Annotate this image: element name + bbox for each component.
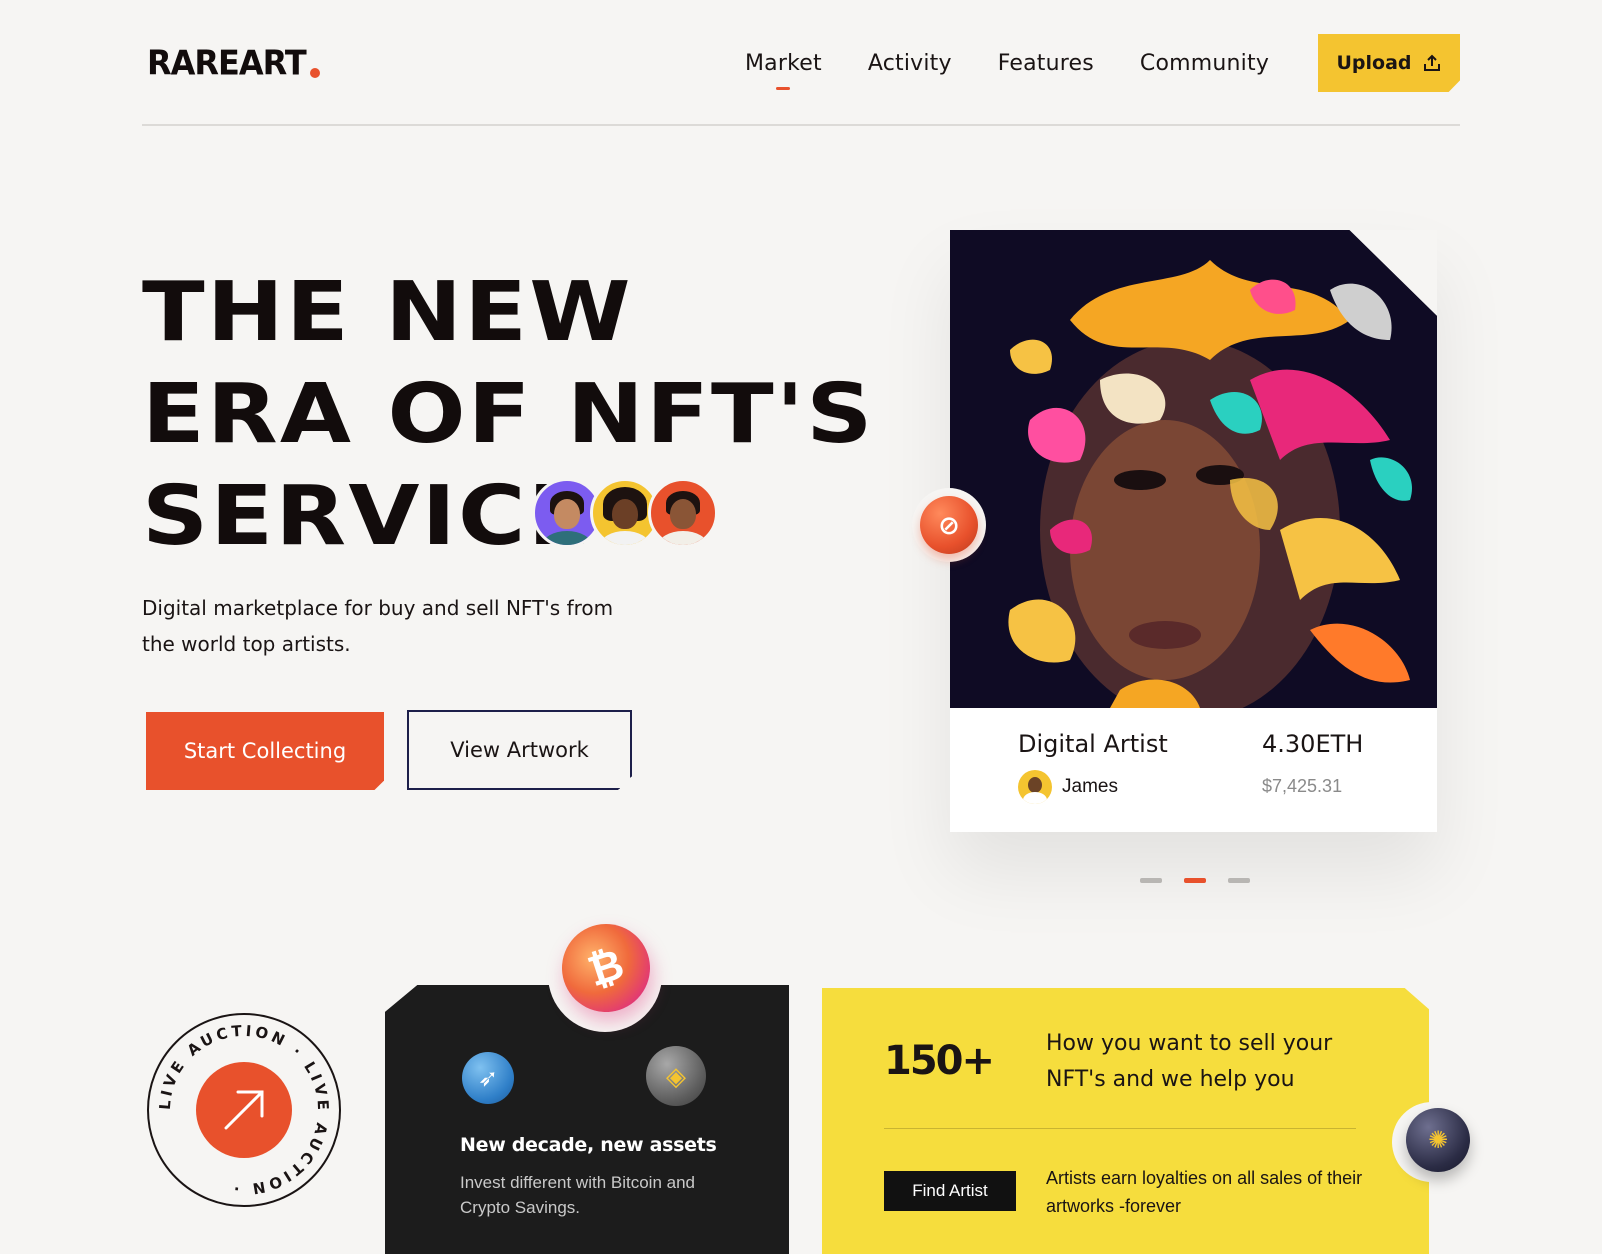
stats-divider [884, 1128, 1356, 1129]
hero-subtitle: Digital marketplace for buy and sell NFT… [142, 596, 614, 656]
live-auction-badge[interactable]: LIVE AUCTION · LIVE AUCTION · [146, 1012, 342, 1208]
featured-nft-card[interactable]: Digital Artist 4.30ETH James $7,425.31 [950, 230, 1437, 832]
carousel-dot-1[interactable] [1140, 878, 1162, 883]
main-nav: Market Activity Features Community [745, 51, 1315, 76]
avatar[interactable] [648, 478, 718, 548]
nft-artwork-image[interactable] [950, 230, 1437, 708]
upload-label: Upload [1336, 52, 1412, 74]
promo-subtitle: Invest different with Bitcoin and Crypto… [460, 1173, 695, 1217]
nft-info-panel: Digital Artist 4.30ETH James $7,425.31 [950, 708, 1437, 832]
start-collecting-button[interactable]: Start Collecting [146, 712, 384, 790]
stats-heading: How you want to sell your NFT's and we h… [1046, 1031, 1333, 1092]
nft-author[interactable]: James [1018, 770, 1118, 804]
logo[interactable]: RAREART [147, 43, 320, 83]
stats-value: 150+ [884, 1038, 995, 1084]
nav-activity[interactable]: Activity [868, 51, 952, 76]
header-divider [142, 124, 1460, 126]
author-avatar [1018, 770, 1052, 804]
nft-price-eth: 4.30ETH [1262, 730, 1364, 758]
upload-button[interactable]: Upload [1318, 34, 1460, 92]
hero-title-line-1: THE NEW [142, 265, 633, 360]
site-header: RAREART Market Activity Features Communi… [142, 34, 1460, 94]
cardano-coin-icon: ✺ [1406, 1108, 1470, 1172]
author-name: James [1062, 776, 1118, 797]
carousel-dot-2[interactable] [1184, 878, 1206, 883]
nav-features[interactable]: Features [998, 51, 1094, 76]
logo-dot [309, 68, 320, 78]
nft-title: Digital Artist [1018, 730, 1168, 758]
currency-badge: ⊘ [912, 488, 986, 562]
compass-coin-icon: ➶ [462, 1052, 514, 1104]
artist-avatars [532, 478, 718, 548]
nav-market[interactable]: Market [745, 51, 822, 76]
view-artwork-button[interactable]: View Artwork [407, 710, 632, 790]
promo-title: New decade, new assets [460, 1134, 717, 1156]
binance-coin-icon: ◈ [646, 1046, 706, 1106]
view-artwork-label: View Artwork [450, 738, 589, 762]
carousel-dot-3[interactable] [1228, 878, 1250, 883]
stats-note: Artists earn loyalties on all sales of t… [1046, 1168, 1363, 1216]
hero-title-line-2: ERA OF NFT'S [142, 367, 875, 462]
carousel-pagination [1140, 878, 1250, 883]
nav-community[interactable]: Community [1140, 51, 1269, 76]
currency-coin-icon: ⊘ [920, 496, 978, 554]
upload-icon [1423, 54, 1440, 71]
logo-text: RAREART [147, 43, 307, 83]
find-artist-button[interactable]: Find Artist [884, 1171, 1016, 1211]
nft-price-usd: $7,425.31 [1262, 776, 1343, 796]
